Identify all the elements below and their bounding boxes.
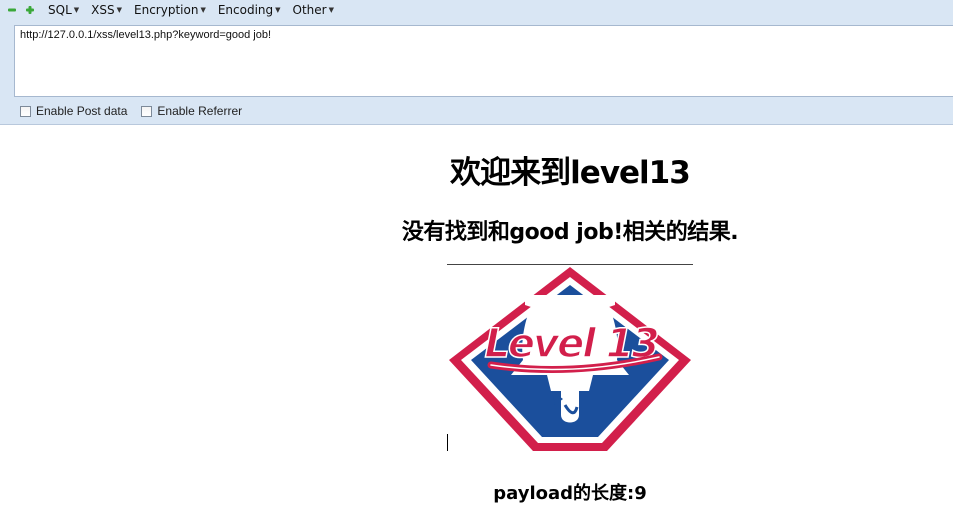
menu-xss[interactable]: XSS ▼ [91,3,122,17]
menu-xss-label: XSS [91,3,115,17]
caret-down-icon: ▼ [73,6,80,14]
url-input[interactable]: http://127.0.0.1/xss/level13.php?keyword… [14,25,953,97]
minus-icon[interactable] [6,4,18,16]
caret-down-icon: ▼ [328,6,334,14]
menu-encoding[interactable]: Encoding ▼ [218,3,281,17]
menu-sql-label: SQL [48,3,72,17]
caret-down-icon: ▼ [200,6,206,14]
caret-down-icon: ▼ [116,6,122,14]
menu-other-label: Other [292,3,327,17]
menu-encryption[interactable]: Encryption ▼ [134,3,206,17]
enable-post-data-option[interactable]: Enable Post data [20,104,127,118]
payload-length: payload的长度:9 [493,483,647,504]
menu-encoding-label: Encoding [217,3,274,17]
page-content: 欢迎来到level13 没有找到和good job!相关的结果. Level 1… [0,125,953,518]
hackbar-menu-bar: SQL ▼ XSS ▼ Encryption ▼ Encoding ▼ Other ▼ [0,0,953,20]
text-cursor [447,434,448,451]
menu-other[interactable]: Other ▼ [293,3,334,17]
plus-icon[interactable] [24,4,36,16]
hackbar-toolbar: SQL ▼ XSS ▼ Encryption ▼ Encoding ▼ Other ▼ h… [0,0,953,125]
page-title: 欢迎来到level13 [450,155,691,191]
menu-sql[interactable]: SQL ▼ [48,3,79,17]
enable-post-data-checkbox[interactable] [20,105,31,117]
enable-post-data-label: Enable Post data [36,104,128,118]
search-result-heading: 没有找到和good job!相关的结果. [401,220,739,245]
level13-logo-image: Level 13 [447,265,693,451]
hackbar-options: Enable Post data Enable Referrer [20,104,256,118]
enable-referrer-option[interactable]: Enable Referrer [141,104,242,118]
menu-encryption-label: Encryption [134,3,199,17]
enable-referrer-label: Enable Referrer [157,104,243,118]
enable-referrer-checkbox[interactable] [141,105,153,117]
caret-down-icon: ▼ [275,6,281,14]
